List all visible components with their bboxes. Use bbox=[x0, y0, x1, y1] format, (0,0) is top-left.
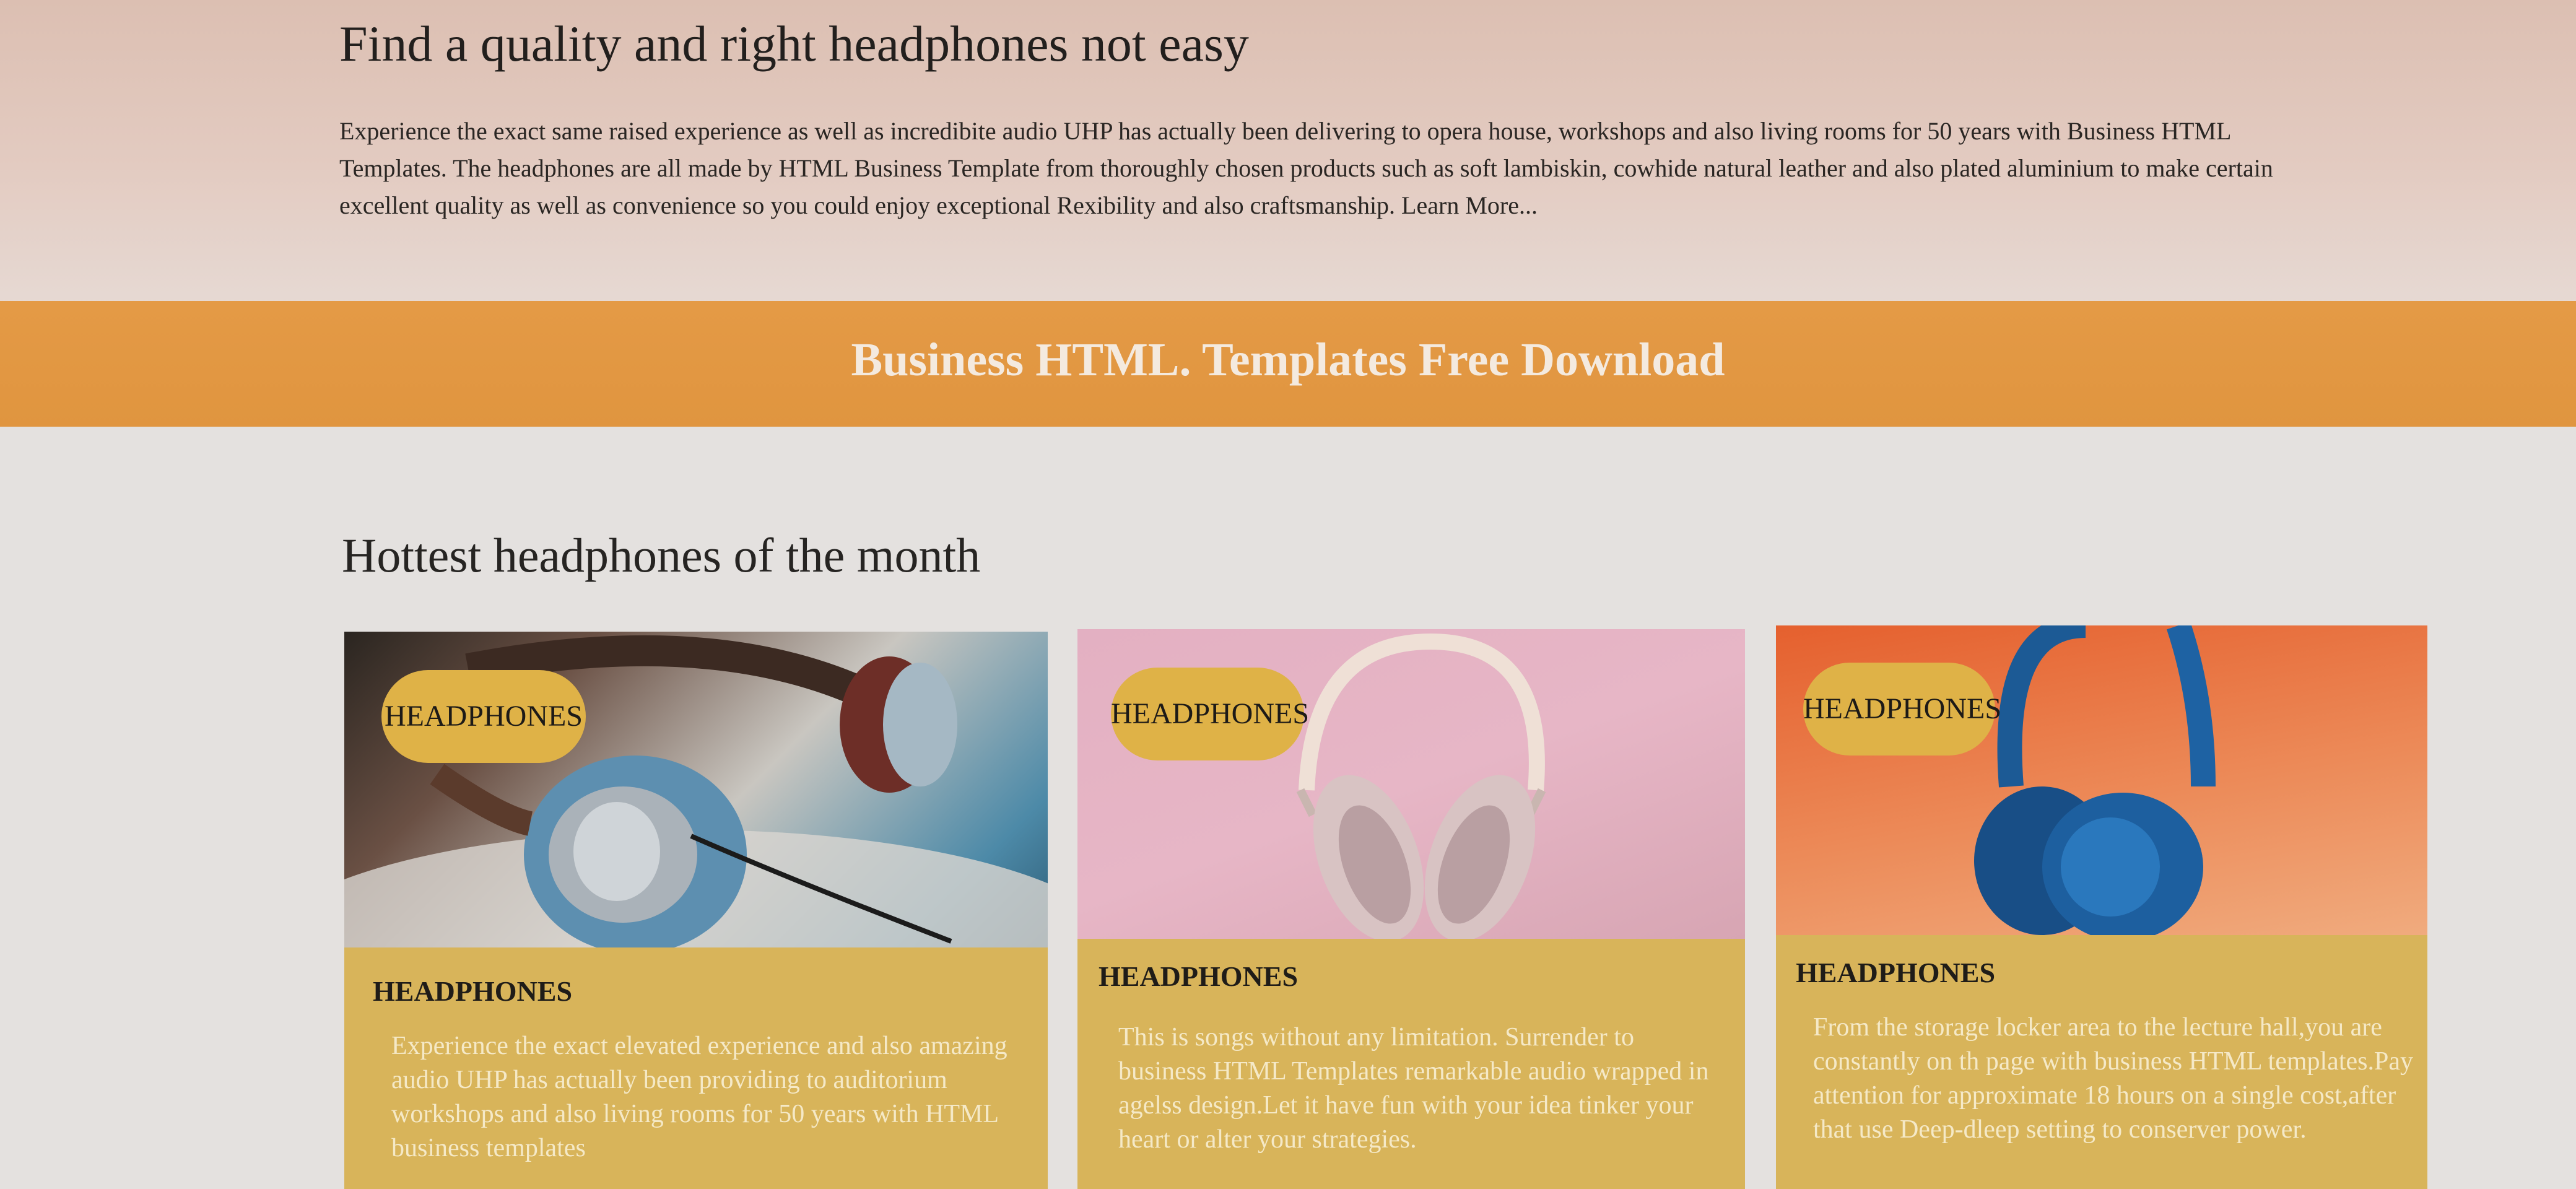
category-badge-label: HEADPHONES bbox=[1111, 697, 1310, 730]
category-badge-label: HEADPHONES bbox=[1803, 692, 2002, 725]
download-banner[interactable]: Business HTML. Templates Free Download bbox=[0, 301, 2576, 427]
intro-title: Find a quality and right headphones not … bbox=[339, 15, 1249, 72]
category-badge[interactable]: HEADPHONES bbox=[1111, 668, 1310, 760]
card-description: From the storage locker area to the lect… bbox=[1813, 1013, 2413, 1144]
card-title[interactable]: HEADPHONES bbox=[1099, 960, 1298, 993]
card-description: Experience the exact elevated experience… bbox=[391, 1032, 1007, 1162]
category-badge[interactable]: HEADPHONES bbox=[381, 670, 586, 763]
intro-section: Find a quality and right headphones not … bbox=[0, 0, 2576, 303]
product-card[interactable]: HEADPHONES HEADPHONES This is songs with… bbox=[1077, 629, 1745, 1189]
category-badge[interactable]: HEADPHONES bbox=[1803, 663, 2002, 756]
card-title[interactable]: HEADPHONES bbox=[1796, 956, 1995, 989]
download-banner-link[interactable]: Business HTML. Templates Free Download bbox=[851, 333, 1725, 387]
section-title: Hottest headphones of the month bbox=[342, 528, 981, 582]
intro-paragraph: Experience the exact same raised experie… bbox=[339, 117, 2273, 219]
card-description: This is songs without any limitation. Su… bbox=[1118, 1023, 1709, 1154]
category-badge-label: HEADPHONES bbox=[384, 700, 583, 733]
product-card[interactable]: HEADPHONES HEADPHONES From the storage l… bbox=[1776, 625, 2427, 1189]
product-card[interactable]: HEADPHONES HEADPHONES Experience the exa… bbox=[344, 632, 1048, 1189]
card-title[interactable]: HEADPHONES bbox=[373, 975, 572, 1008]
